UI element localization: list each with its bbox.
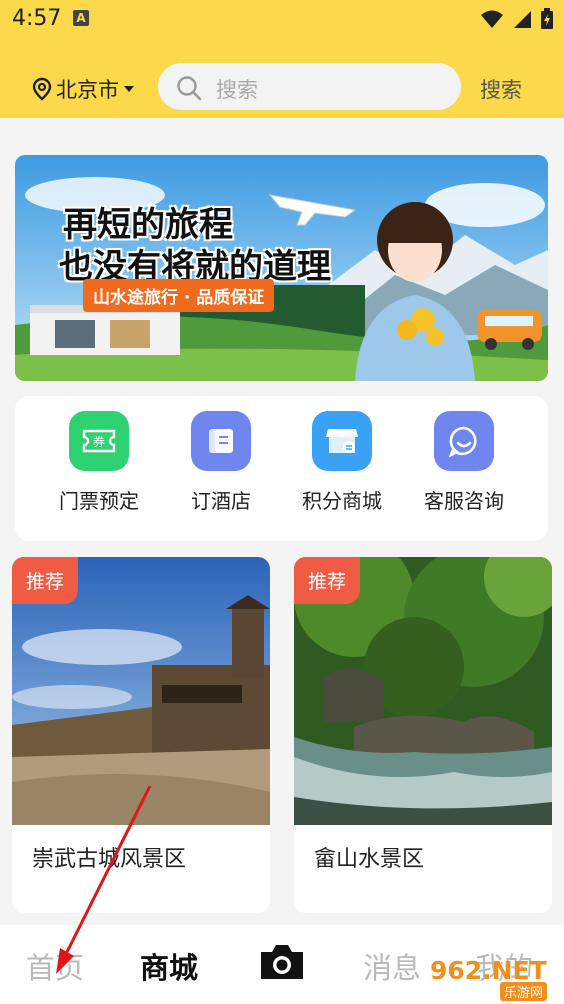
- quick-action-label: 门票预定: [59, 489, 139, 513]
- ticket-icon: 券: [69, 411, 129, 471]
- recommend-badge: 推荐: [12, 557, 79, 604]
- quick-action-points-mall[interactable]: 积分商城: [282, 411, 402, 514]
- svg-text:券: 券: [93, 434, 105, 449]
- city-selector[interactable]: 北京市: [32, 74, 135, 104]
- quick-action-label: 客服咨询: [424, 489, 504, 513]
- banner-tag: 山水途旅行 · 品质保证: [83, 279, 275, 312]
- signal-icon: [514, 11, 531, 28]
- camera-icon[interactable]: [257, 942, 307, 982]
- site-watermark: 962.NET 乐游网: [430, 952, 558, 1001]
- location-pin-icon: [32, 77, 52, 101]
- scenic-card-chongwu[interactable]: 推荐 崇武古城风景区: [12, 557, 270, 913]
- scenic-name: 崇武古城风景区: [32, 847, 187, 872]
- wifi-icon: [481, 10, 503, 28]
- quick-action-customer-service[interactable]: 客服咨询: [404, 411, 524, 514]
- watermark-text: 962.NET: [430, 956, 547, 985]
- search-button[interactable]: 搜索: [480, 74, 522, 104]
- header: 4:57 A 北京市 搜索 搜索: [0, 0, 564, 118]
- scenic-name: 畲山水景区: [314, 847, 425, 872]
- system-icons: [480, 8, 554, 30]
- battery-icon: [541, 8, 553, 29]
- search-input[interactable]: 搜索: [158, 63, 461, 110]
- scenic-card-sheshan[interactable]: 推荐 畲山水景区: [294, 557, 552, 913]
- hotel-icon: [191, 411, 251, 471]
- chat-icon: [434, 411, 494, 471]
- search-icon: [177, 76, 202, 101]
- tab-home[interactable]: 首页: [26, 945, 84, 987]
- status-bar: 4:57 A: [0, 0, 564, 38]
- tab-messages[interactable]: 消息: [363, 945, 421, 987]
- watermark-sub: 乐游网: [500, 982, 548, 1001]
- search-placeholder: 搜索: [216, 78, 258, 102]
- status-time: 4:57: [12, 6, 62, 31]
- quick-action-label: 订酒店: [191, 489, 251, 513]
- quick-actions-panel: 券 门票预定 订酒店 积分商城 客服咨询: [15, 396, 548, 541]
- caret-down-icon: [124, 86, 134, 92]
- store-icon: [312, 411, 372, 471]
- notification-icon: A: [73, 10, 89, 26]
- city-label: 北京市: [56, 78, 119, 102]
- recommend-badge: 推荐: [294, 557, 361, 604]
- quick-action-tickets[interactable]: 券 门票预定: [39, 411, 159, 514]
- quick-action-hotel[interactable]: 订酒店: [161, 411, 281, 514]
- tab-mall[interactable]: 商城: [140, 945, 198, 987]
- promo-banner[interactable]: 再短的旅程 也没有将就的道理 山水途旅行 · 品质保证: [15, 155, 548, 381]
- quick-action-label: 积分商城: [302, 489, 382, 513]
